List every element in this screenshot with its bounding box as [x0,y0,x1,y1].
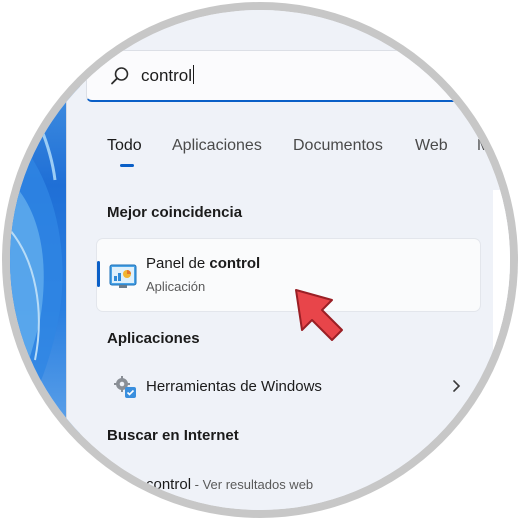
best-match-heading: Mejor coincidencia [107,204,243,221]
best-match-type: Aplicación [146,279,206,294]
search-box[interactable]: control [86,50,510,102]
selection-indicator [97,261,100,287]
web-search-result[interactable]: control - Ver resultados web [97,472,480,498]
search-window-clip: control Todo Aplicaciones Documentos Web… [10,10,510,510]
best-match-result[interactable]: Panel de control Aplicación [97,239,480,311]
web-search-query: control - Ver resultados web [146,476,314,493]
active-tab-indicator [120,164,134,167]
app-result-label: Herramientas de Windows [146,378,322,395]
app-result-windows-tools[interactable]: Herramientas de Windows [97,370,480,406]
control-panel-icon [109,264,137,288]
tab-more[interactable]: M [477,137,490,155]
tab-web[interactable]: Web [415,137,448,155]
apps-heading: Aplicaciones [107,330,200,347]
tab-aplicaciones[interactable]: Aplicaciones [172,137,262,155]
text-caret [193,65,195,84]
chevron-right-icon[interactable] [449,377,463,395]
search-icon [111,67,129,85]
tab-documentos[interactable]: Documentos [293,137,383,155]
red-arrow-pointer-icon [295,289,343,341]
side-pane-edge [493,190,510,510]
windows-tools-icon [114,376,136,398]
internet-heading: Buscar en Internet [107,427,239,444]
best-match-name: Panel de control [146,255,261,272]
search-input[interactable]: control [141,65,195,86]
tab-todo[interactable]: Todo [107,137,142,155]
web-search-suffix: - Ver resultados web [191,477,314,492]
